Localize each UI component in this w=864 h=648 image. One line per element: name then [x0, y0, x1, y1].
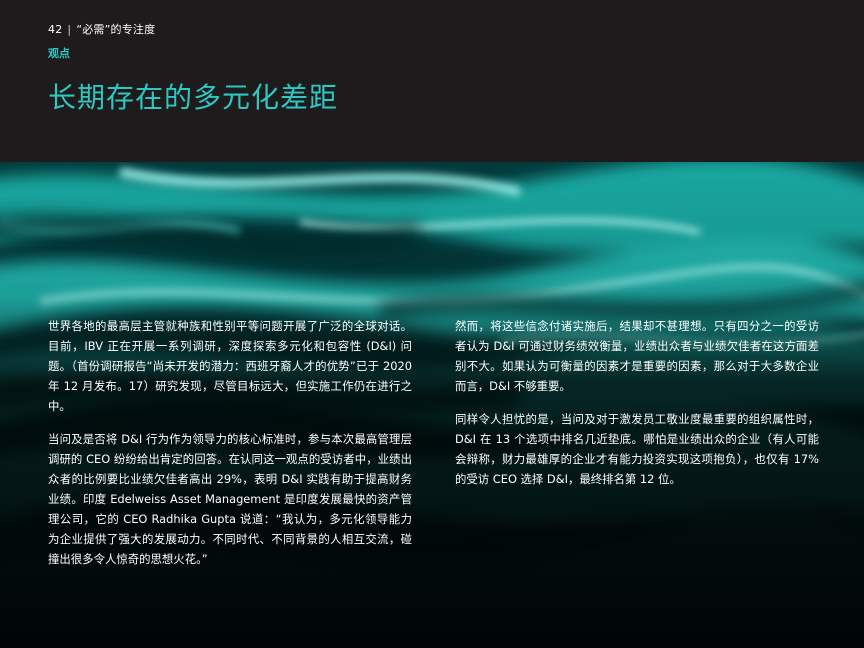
- body-column-right: 然而，将这些信念付诸实施后，结果却不甚理想。只有四分之一的受访者认为 D&I 可…: [455, 316, 819, 502]
- paragraph: 同样令人担忧的是，当问及对于激发员工敬业度最重要的组织属性时，D&I 在 13 …: [455, 412, 819, 486]
- header-separator: |: [67, 23, 72, 36]
- page-title: 长期存在的多元化差距: [48, 81, 339, 114]
- paragraph: 世界各地的最高层主管就种族和性别平等问题开展了广泛的全球对话。目前，IBV 正在…: [48, 319, 412, 413]
- paragraph: 然而，将这些信念付诸实施后，结果却不甚理想。只有四分之一的受访者认为 D&I 可…: [455, 319, 819, 393]
- body-column-left: 世界各地的最高层主管就种族和性别平等问题开展了广泛的全球对话。目前，IBV 正在…: [48, 316, 412, 582]
- publication-title: “必需”的专注度: [76, 23, 156, 36]
- page-number: 42: [48, 23, 63, 36]
- page-header: 42 | “必需”的专注度 观点 长期存在的多元化差距: [0, 0, 864, 162]
- running-header: 42 | “必需”的专注度: [48, 21, 155, 37]
- section-label: 观点: [48, 47, 70, 60]
- paragraph: 当问及是否将 D&I 行为作为领导力的核心标准时，参与本次最高管理层调研的 CE…: [48, 432, 412, 566]
